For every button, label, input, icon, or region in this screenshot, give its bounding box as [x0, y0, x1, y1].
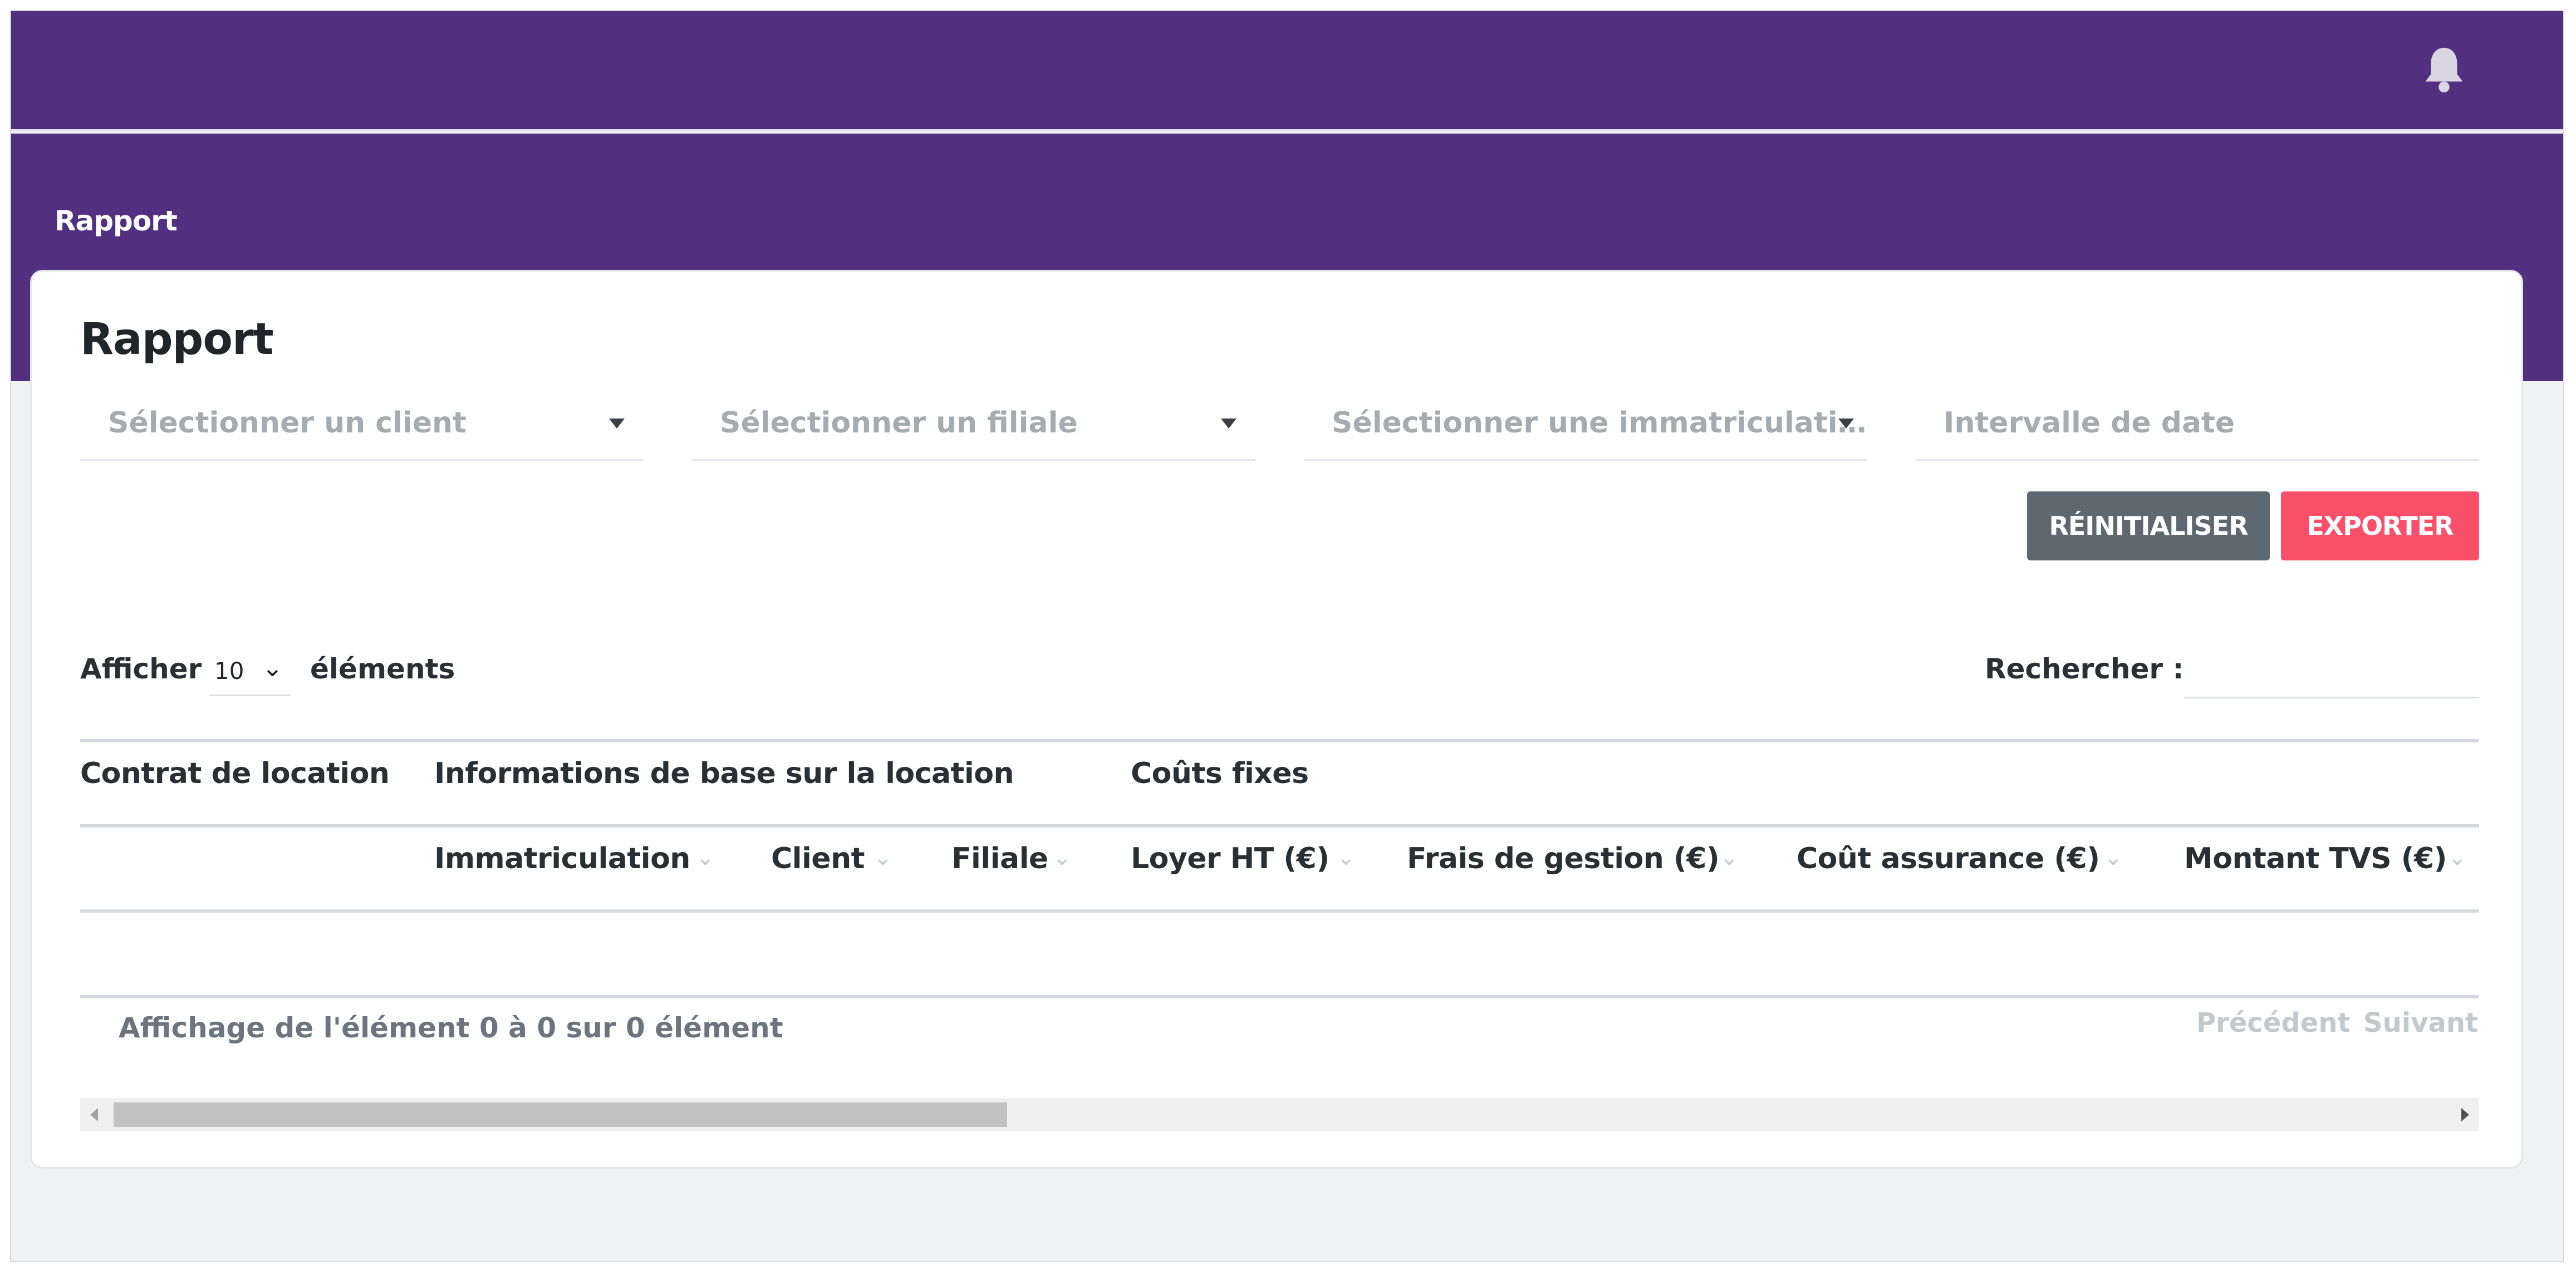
group-header-couts-fixes: Coûts fixes — [1131, 757, 1309, 790]
caret-down-icon — [1838, 419, 1854, 429]
sort-icon: ⌄ — [1337, 845, 1356, 870]
immatriculation-select[interactable]: Sélectionner une immatriculati… — [1304, 396, 1867, 461]
immatriculation-select-placeholder: Sélectionner une immatriculati… — [1332, 406, 1867, 440]
show-label: Afficher — [80, 653, 202, 685]
search-input[interactable] — [2184, 652, 2479, 698]
sort-icon: ⌄ — [2104, 845, 2123, 870]
sort-icon: ⌄ — [1720, 845, 1739, 870]
search-label: Rechercher : — [1985, 653, 2184, 685]
date-range-placeholder: Intervalle de date — [1944, 406, 2235, 440]
column-header-frais-gestion[interactable]: Frais de gestion (€) — [1407, 842, 1720, 875]
report-card: Rapport Sélectionner un client Sélection… — [30, 270, 2523, 1169]
group-header-informations: Informations de base sur la location — [434, 757, 1014, 790]
page-size-select[interactable]: 10 ⌄ — [209, 652, 291, 696]
header-divider — [80, 824, 2479, 828]
caret-down-icon — [1221, 419, 1237, 429]
next-page-button[interactable]: Suivant — [2363, 1007, 2478, 1038]
page-title: Rapport — [80, 314, 274, 365]
previous-page-button[interactable]: Précédent — [2196, 1007, 2350, 1038]
pagination-info: Affichage de l'élément 0 à 0 sur 0 éléme… — [119, 1012, 783, 1044]
group-header-contrat: Contrat de location — [80, 757, 390, 790]
breadcrumb: Rapport — [55, 205, 178, 237]
page-size-value: 10 — [214, 657, 244, 685]
filiale-select-placeholder: Sélectionner un filiale — [720, 406, 1078, 440]
column-header-cout-assurance[interactable]: Coût assurance (€) — [1797, 842, 2100, 875]
app-window: Rapport Rapport Sélectionner un client S… — [10, 10, 2564, 1262]
caret-down-icon — [609, 419, 625, 429]
table-header-bottom-border — [80, 909, 2479, 913]
sort-icon: ⌄ — [696, 845, 715, 870]
column-header-immatriculation[interactable]: Immatriculation — [434, 842, 690, 875]
sort-icon: ⌄ — [1053, 845, 1072, 870]
sort-icon: ⌄ — [2448, 845, 2467, 870]
export-button[interactable]: EXPORTER — [2281, 491, 2479, 560]
scroll-right-arrow-icon[interactable] — [2461, 1108, 2469, 1121]
date-range-input[interactable]: Intervalle de date — [1916, 396, 2479, 461]
client-select[interactable]: Sélectionner un client — [80, 396, 644, 461]
horizontal-scrollbar[interactable] — [80, 1098, 2479, 1131]
chevron-down-icon: ⌄ — [262, 654, 283, 682]
elements-label: éléments — [310, 653, 455, 685]
filiale-select[interactable]: Sélectionner un filiale — [692, 396, 1255, 461]
table-bottom-border — [80, 995, 2479, 998]
column-header-loyer-ht[interactable]: Loyer HT (€) — [1131, 842, 1329, 875]
client-select-placeholder: Sélectionner un client — [108, 406, 467, 440]
column-header-montant-tvs[interactable]: Montant TVS (€) — [2184, 842, 2447, 875]
sort-icon: ⌄ — [874, 845, 892, 870]
column-header-filiale[interactable]: Filiale — [951, 842, 1048, 875]
scrollbar-thumb[interactable] — [114, 1102, 1007, 1127]
table-top-border — [80, 739, 2479, 742]
reset-button[interactable]: RÉINITIALISER — [2027, 491, 2270, 560]
column-header-client[interactable]: Client — [771, 842, 865, 875]
top-navbar — [11, 11, 2563, 131]
scroll-left-arrow-icon[interactable] — [90, 1108, 98, 1121]
bell-icon[interactable] — [2422, 45, 2466, 95]
